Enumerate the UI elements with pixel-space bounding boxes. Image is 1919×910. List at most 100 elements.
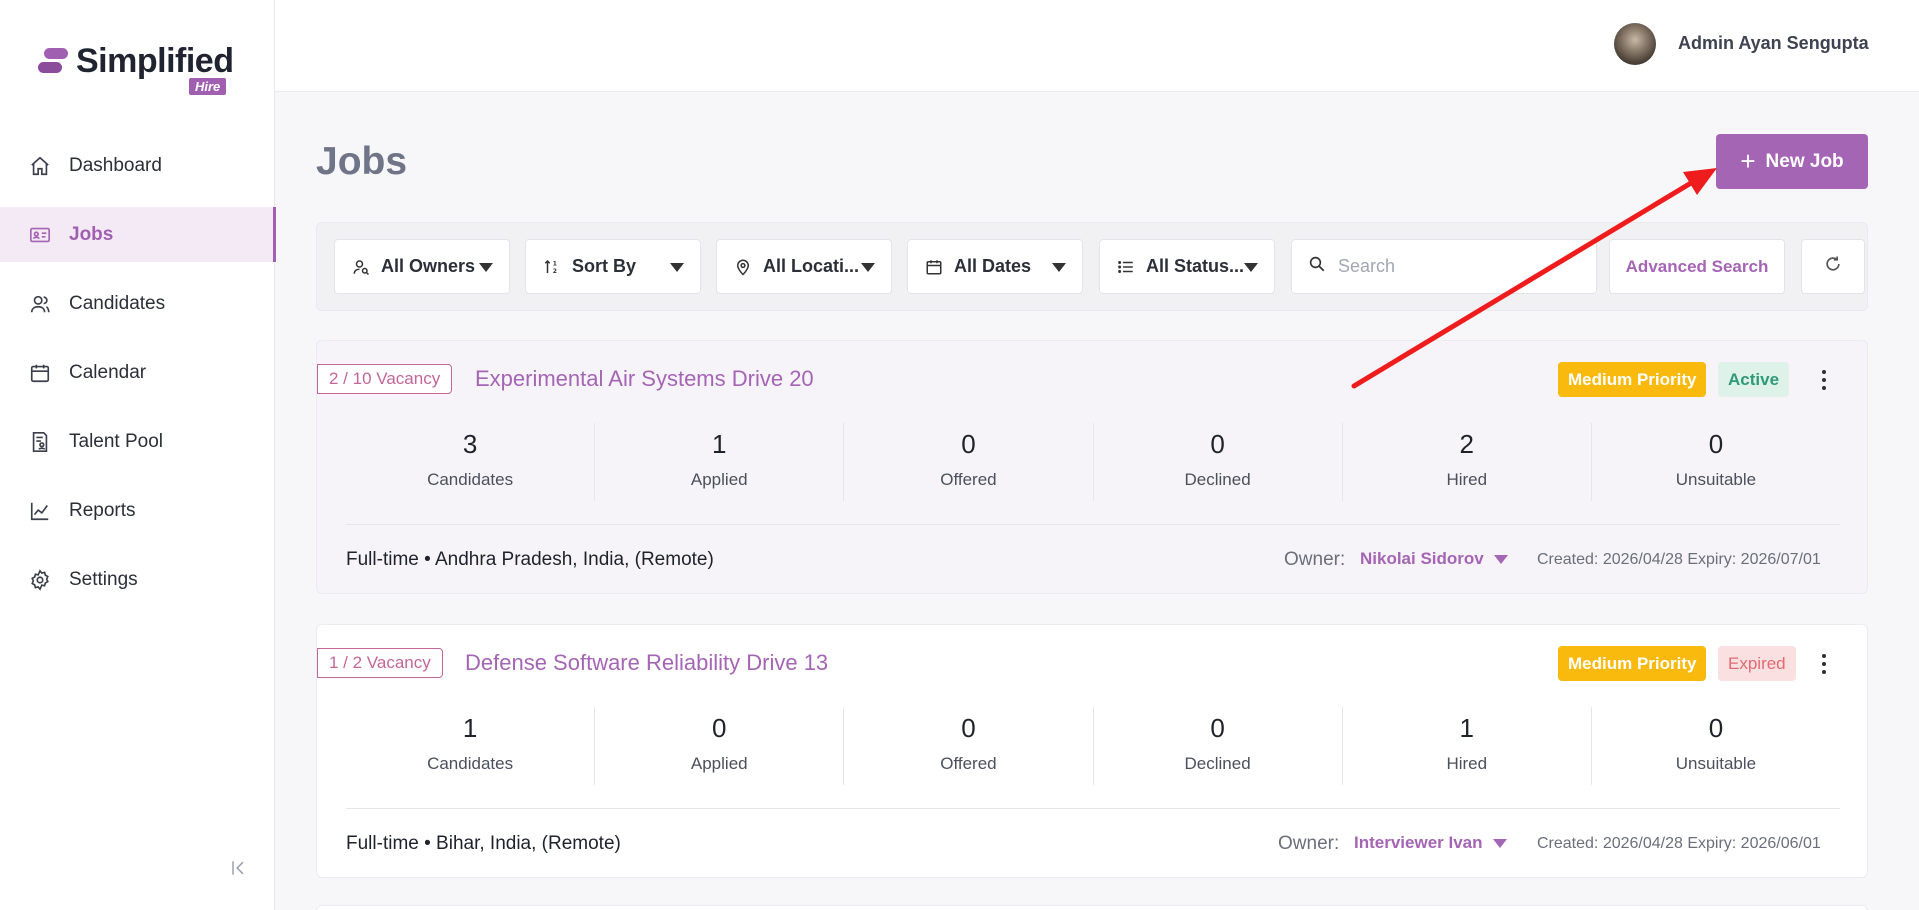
stat-value: 0 xyxy=(1210,713,1225,743)
stat-hired[interactable]: 2 Hired xyxy=(1343,423,1592,501)
sidebar: Simplified Hire Dashboard Jobs Candidate… xyxy=(0,0,276,910)
locations-filter[interactable]: All Locati... xyxy=(716,239,892,294)
stat-value: 0 xyxy=(1210,429,1225,459)
filter-bar: All Owners 12 Sort By All Locati... All … xyxy=(316,222,1868,311)
vacancy-badge: 2 / 10 Vacancy xyxy=(317,364,453,394)
sidebar-item-candidates[interactable]: Candidates xyxy=(0,276,275,331)
svg-text:1: 1 xyxy=(553,260,557,267)
stat-unsuitable[interactable]: 0 Unsuitable xyxy=(1592,423,1840,501)
topbar: Admin Ayan Sengupta xyxy=(275,0,1919,92)
sidebar-item-label: Jobs xyxy=(69,223,114,245)
chevron-down-icon xyxy=(479,263,493,272)
chevron-down-icon xyxy=(1493,554,1508,564)
sidebar-item-label: Settings xyxy=(69,568,138,590)
owner-name: Nikolai Sidorov xyxy=(1360,549,1484,568)
stat-value: 1 xyxy=(712,429,727,459)
stat-unsuitable[interactable]: 0 Unsuitable xyxy=(1592,707,1840,785)
avatar[interactable] xyxy=(1614,23,1656,65)
chevron-down-icon xyxy=(1052,263,1066,272)
stat-label: Declined xyxy=(1184,470,1251,489)
sidebar-item-label: Calendar xyxy=(69,361,147,383)
job-meta: Full-time • Bihar, India, (Remote) xyxy=(346,833,621,854)
owners-filter[interactable]: All Owners xyxy=(334,239,510,294)
sidebar-item-dashboard[interactable]: Dashboard xyxy=(0,138,275,193)
sidebar-item-label: Dashboard xyxy=(69,154,162,176)
owner-dropdown[interactable]: Nikolai Sidorov xyxy=(1360,549,1508,569)
sort-filter-label: Sort By xyxy=(572,256,637,276)
stat-value: 0 xyxy=(1708,713,1724,743)
job-stats: 3 Candidates 1 Applied 0 Offered 0 Declined … xyxy=(346,423,1840,501)
divider xyxy=(346,524,1840,525)
sidebar-item-label: Reports xyxy=(69,499,136,521)
stat-label: Declined xyxy=(1184,754,1251,773)
stat-candidates[interactable]: 3 Candidates xyxy=(346,423,596,501)
stat-label: Hired xyxy=(1446,754,1488,773)
stat-value: 3 xyxy=(462,429,478,459)
stat-value: 0 xyxy=(961,713,976,743)
more-options-icon[interactable] xyxy=(1814,647,1834,681)
stat-label: Candidates xyxy=(427,754,514,773)
page-title: Jobs xyxy=(316,140,408,183)
user-name[interactable]: Admin Ayan Sengupta xyxy=(1678,33,1869,54)
owner-dropdown[interactable]: Interviewer Ivan xyxy=(1354,833,1507,853)
stat-candidates[interactable]: 1 Candidates xyxy=(346,707,596,785)
stat-hired[interactable]: 1 Hired xyxy=(1343,707,1592,785)
vacancy-badge: 1 / 2 Vacancy xyxy=(317,648,443,678)
stat-applied[interactable]: 1 Applied xyxy=(595,423,845,501)
advanced-search-button[interactable]: Advanced Search xyxy=(1609,239,1785,294)
dates-filter[interactable]: All Dates xyxy=(907,239,1083,294)
stat-label: Applied xyxy=(690,754,748,773)
chevron-down-icon xyxy=(670,263,684,272)
job-stats: 1 Candidates 0 Applied 0 Offered 0 Declined … xyxy=(346,707,1840,785)
brand-name: Simplified xyxy=(76,42,234,80)
new-job-button[interactable]: + New Job xyxy=(1716,134,1868,189)
stat-declined[interactable]: 0 Declined xyxy=(1094,707,1343,785)
calendar-icon xyxy=(28,361,52,385)
chevron-down-icon xyxy=(1492,838,1507,848)
sidebar-item-calendar[interactable]: Calendar xyxy=(0,345,275,400)
location-pin-icon xyxy=(733,257,753,277)
priority-badge: Medium Priority xyxy=(1558,362,1707,397)
chevron-down-icon xyxy=(861,263,875,272)
svg-text:2: 2 xyxy=(553,268,557,275)
owners-filter-label: All Owners xyxy=(381,256,476,276)
job-card[interactable] xyxy=(316,905,1868,910)
stat-label: Offered xyxy=(940,470,997,489)
calendar-icon xyxy=(924,257,944,277)
list-icon xyxy=(1116,257,1136,277)
id-card-icon xyxy=(28,223,52,247)
job-title[interactable]: Experimental Air Systems Drive 20 xyxy=(475,366,814,392)
more-options-icon[interactable] xyxy=(1814,363,1834,397)
sidebar-item-reports[interactable]: Reports xyxy=(0,483,275,538)
status-filter-label: All Status... xyxy=(1146,256,1245,276)
new-job-label: New Job xyxy=(1765,150,1844,172)
stat-offered[interactable]: 0 Offered xyxy=(844,707,1094,785)
refresh-icon xyxy=(1823,254,1843,279)
job-card[interactable]: 2 / 10 Vacancy Experimental Air Systems … xyxy=(316,340,1868,594)
sidebar-item-jobs[interactable]: Jobs xyxy=(0,207,276,262)
sort-filter[interactable]: 12 Sort By xyxy=(525,239,701,294)
sort-icon: 12 xyxy=(542,257,562,277)
search-icon xyxy=(1308,255,1326,278)
stat-declined[interactable]: 0 Declined xyxy=(1094,423,1343,501)
collapse-sidebar-icon[interactable] xyxy=(228,858,250,880)
stat-offered[interactable]: 0 Offered xyxy=(844,423,1094,501)
job-card[interactable]: 1 / 2 Vacancy Defense Software Reliabili… xyxy=(316,624,1868,878)
search-input[interactable] xyxy=(1338,256,1578,277)
stat-applied[interactable]: 0 Applied xyxy=(595,707,845,785)
status-badge: Active xyxy=(1718,362,1790,397)
refresh-button[interactable] xyxy=(1801,239,1865,294)
sidebar-item-talent-pool[interactable]: Talent Pool xyxy=(0,414,275,469)
stat-label: Applied xyxy=(690,470,748,489)
stat-value: 1 xyxy=(462,713,478,743)
job-meta: Full-time • Andhra Pradesh, India, (Remo… xyxy=(346,549,714,570)
stat-label: Hired xyxy=(1446,470,1488,489)
job-title[interactable]: Defense Software Reliability Drive 13 xyxy=(465,650,828,676)
stat-value: 1 xyxy=(1459,713,1474,743)
search-box xyxy=(1291,239,1597,294)
chevron-down-icon xyxy=(1244,263,1258,272)
job-dates: Created: 2026/04/28 Expiry: 2026/06/01 xyxy=(1537,835,1821,852)
status-filter[interactable]: All Status... xyxy=(1099,239,1275,294)
sidebar-item-settings[interactable]: Settings xyxy=(0,552,275,607)
stat-label: Candidates xyxy=(427,470,514,489)
